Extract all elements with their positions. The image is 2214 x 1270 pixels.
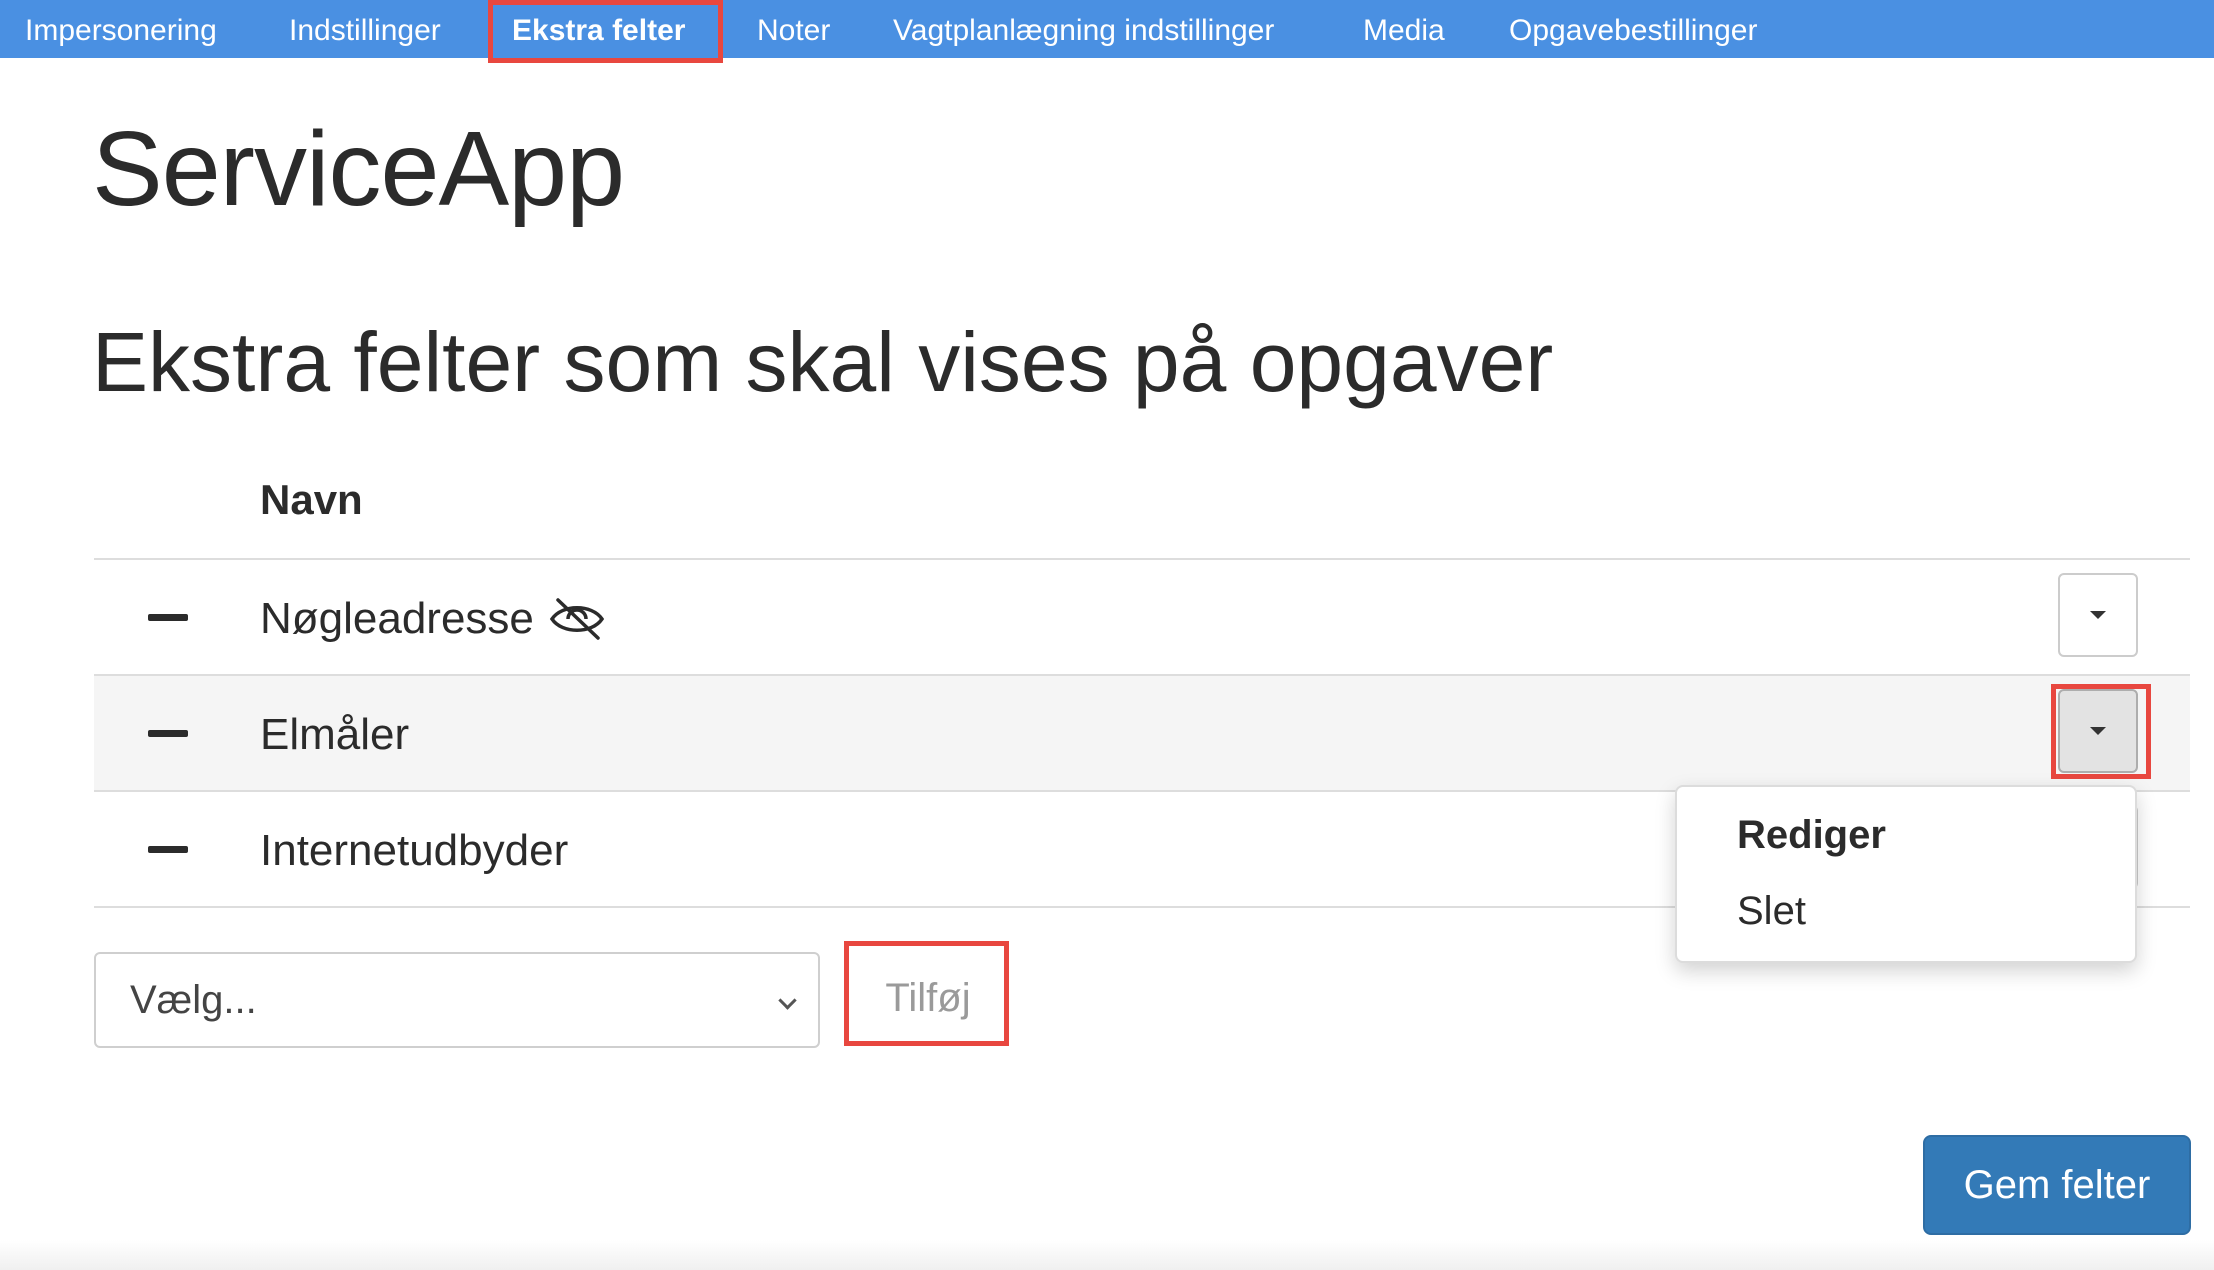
nav-item-vagtplanlaegning[interactable]: Vagtplanlægning indstillinger [893,0,1274,58]
nav-item-noter[interactable]: Noter [757,0,830,58]
drag-handle-icon[interactable] [148,846,188,853]
chevron-down-icon [778,991,797,1010]
row-menu-button[interactable] [2058,689,2138,773]
app-title: ServiceApp [92,110,625,228]
bottom-fade [0,1240,2214,1270]
nav-item-opgavebestillinger[interactable]: Opgavebestillinger [1509,0,1757,58]
table-row: Nøgleadresse [94,560,2190,676]
column-header-name: Navn [260,476,363,523]
drag-handle-icon[interactable] [148,614,188,621]
field-name-text: Internetudbyder [260,826,569,875]
caret-down-icon [2090,611,2106,619]
nav-item-impersonering[interactable]: Impersonering [25,0,217,58]
row-dropdown-menu: Rediger Slet [1675,785,2137,963]
nav-item-ekstra-felter[interactable]: Ekstra felter [512,0,685,58]
nav-item-media[interactable]: Media [1363,0,1445,58]
field-select[interactable]: Vælg... [94,952,820,1048]
field-name-text: Elmåler [260,710,410,759]
table-header: Navn [94,462,2190,560]
add-field-button[interactable]: Tilføj [852,950,1004,1046]
field-name: Internetudbyder [260,826,568,876]
save-fields-button[interactable]: Gem felter [1923,1135,2191,1235]
field-name: Nøgleadresse [260,594,606,644]
caret-down-icon [2090,727,2106,735]
eye-slash-icon [549,598,605,640]
field-name: Elmåler [260,710,409,760]
menu-item-rediger[interactable]: Rediger [1737,813,1886,858]
top-navigation: Impersonering Indstillinger Ekstra felte… [0,0,2214,58]
page-heading: Ekstra felter som skal vises på opgaver [92,315,1554,409]
nav-item-indstillinger[interactable]: Indstillinger [289,0,441,58]
table-row: Elmåler [94,676,2190,792]
field-name-text: Nøgleadresse [260,594,534,643]
menu-item-slet[interactable]: Slet [1737,889,1806,934]
drag-handle-icon[interactable] [148,730,188,737]
row-menu-button[interactable] [2058,573,2138,657]
field-select-value: Vælg... [130,978,257,1022]
